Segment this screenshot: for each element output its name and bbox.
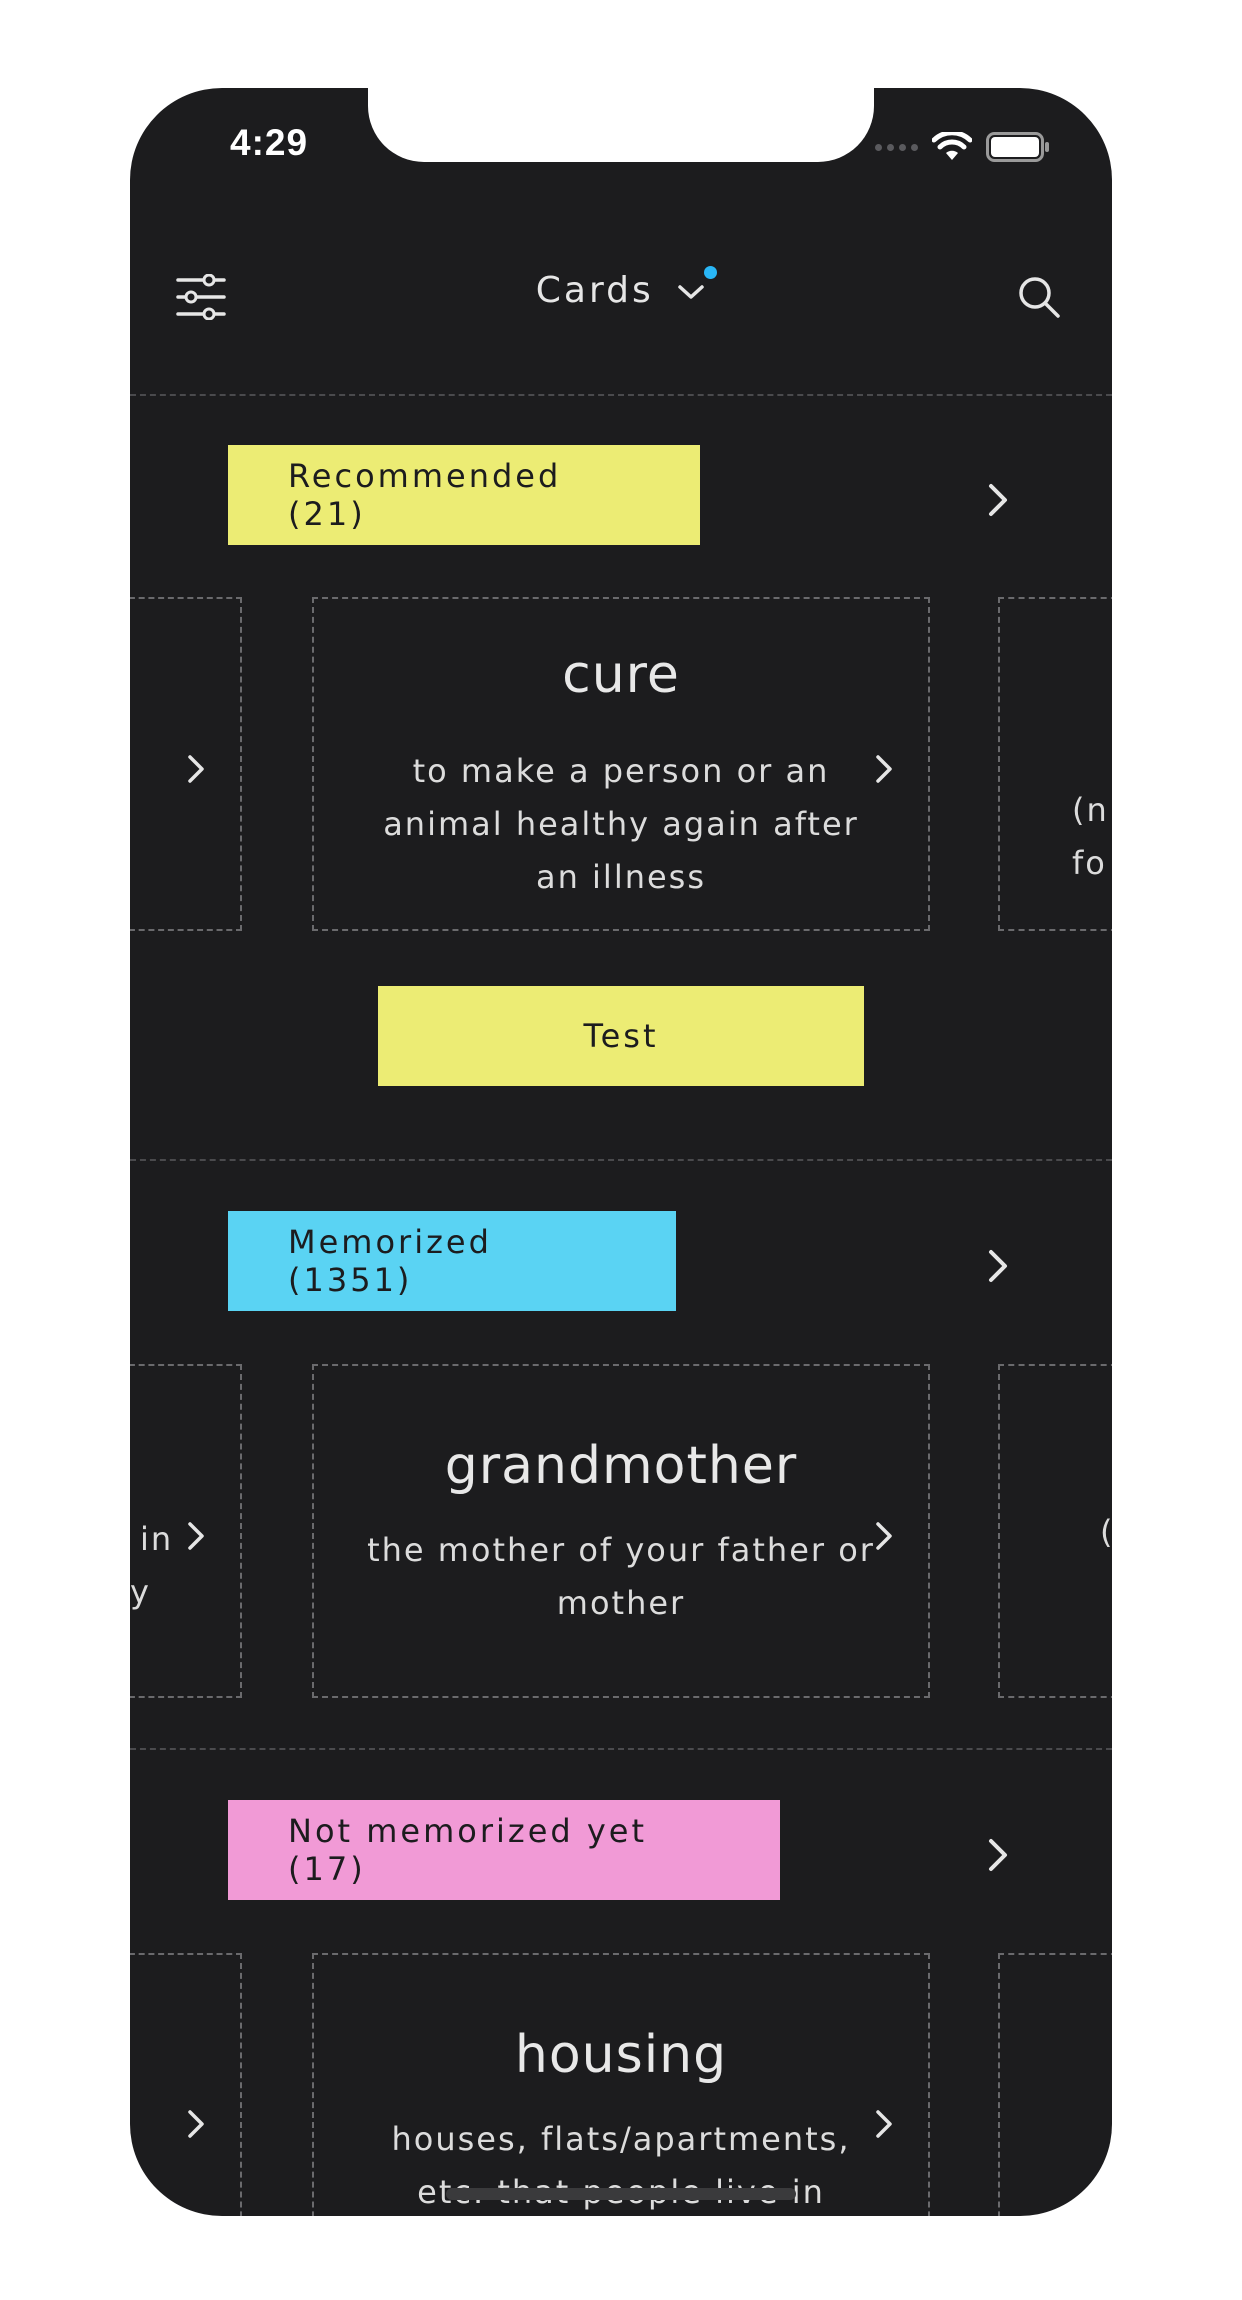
chevron-right-icon — [876, 755, 892, 783]
card-current[interactable]: housing houses, flats/apartments, etc. t… — [312, 1953, 930, 2216]
wifi-icon — [932, 132, 972, 160]
notch — [368, 88, 874, 162]
signal-icon — [875, 143, 918, 151]
chevron-right-icon[interactable] — [978, 480, 1018, 520]
chevron-right-icon[interactable] — [978, 1835, 1018, 1875]
header-title-dropdown[interactable]: Cards — [130, 270, 1112, 311]
definition-line: animal healthy again after — [383, 805, 859, 843]
card-next[interactable] — [998, 1364, 1112, 1698]
page-title: Cards — [535, 270, 654, 311]
phone-screen: 4:29 Cards Recommended (21) cure to make… — [130, 88, 1112, 2216]
battery-icon — [986, 132, 1049, 162]
chevron-down-icon — [678, 285, 704, 299]
card-definition: the mother of your father or mother — [314, 1524, 928, 1630]
notification-dot — [704, 266, 717, 279]
status-time: 4:29 — [230, 122, 309, 163]
section-label-not-memorized[interactable]: Not memorized yet (17) — [228, 1800, 780, 1900]
chevron-right-icon — [876, 2110, 892, 2138]
section-label-memorized[interactable]: Memorized (1351) — [228, 1211, 676, 1311]
card-next-partial-text: (n. fo — [1072, 791, 1112, 882]
chevron-right-icon — [188, 1522, 204, 1550]
card-previous-partial-text: y — [130, 1573, 151, 1611]
card-previous[interactable] — [130, 1953, 242, 2216]
card-word: cure — [562, 645, 680, 705]
chevron-right-icon — [188, 755, 204, 783]
card-next-partial-text: ( — [1100, 1506, 1112, 1559]
definition-line: mother — [556, 1584, 686, 1622]
section-label-recommended[interactable]: Recommended (21) — [228, 445, 700, 545]
definition-line: an illness — [535, 858, 707, 896]
divider — [130, 1159, 1112, 1161]
chevron-right-icon — [876, 1522, 892, 1550]
status-icons — [875, 132, 1050, 162]
card-current[interactable]: grandmother the mother of your father or… — [312, 1364, 930, 1698]
definition-line: houses, flats/apartments, — [391, 2120, 851, 2158]
test-button[interactable]: Test — [378, 986, 864, 1086]
home-indicator[interactable] — [446, 2188, 796, 2200]
definition-line: the mother of your father or — [367, 1531, 875, 1569]
card-definition: houses, flats/apartments, etc. that peop… — [314, 2113, 928, 2216]
chevron-right-icon[interactable] — [978, 1246, 1018, 1286]
divider — [130, 1748, 1112, 1750]
divider — [130, 394, 1112, 396]
card-previous-partial-text: in — [140, 1520, 174, 1558]
card-next[interactable] — [998, 1953, 1112, 2216]
card-definition: to make a person or an animal healthy ag… — [314, 745, 928, 904]
chevron-right-icon — [188, 2110, 204, 2138]
definition-line: to make a person or an — [412, 752, 830, 790]
card-current[interactable]: cure to make a person or an animal healt… — [312, 597, 930, 931]
card-word: grandmother — [444, 1436, 798, 1496]
search-icon[interactable] — [1016, 274, 1062, 320]
card-word: housing — [514, 2025, 728, 2085]
